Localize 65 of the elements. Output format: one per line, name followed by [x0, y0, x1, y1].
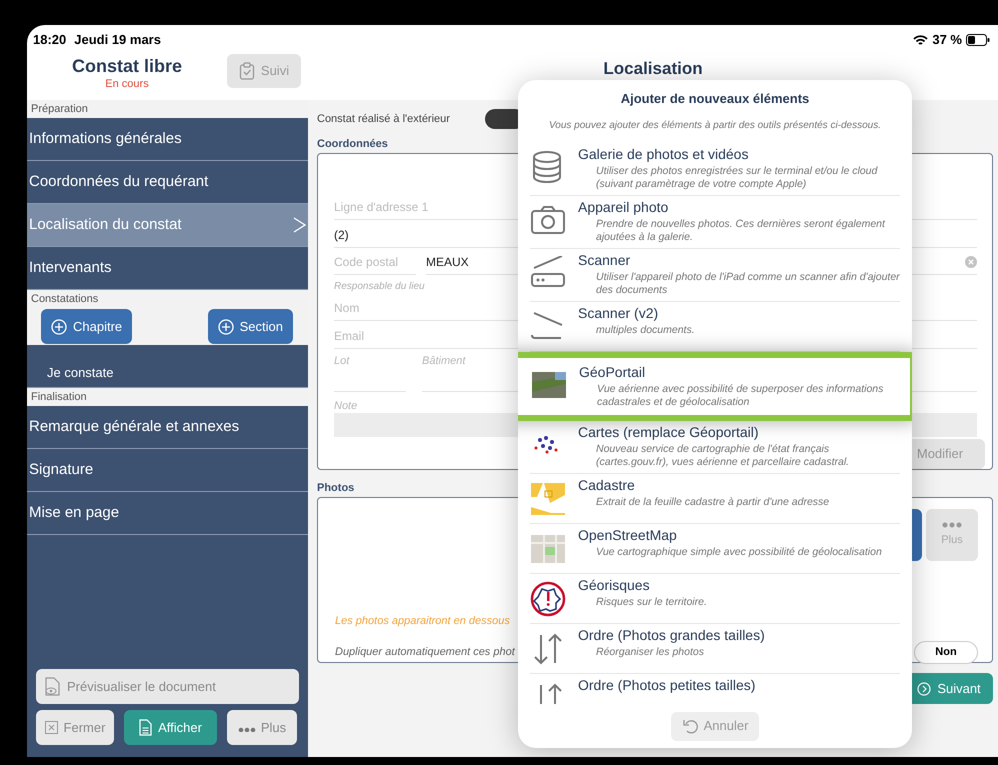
status-time: 18:20: [33, 31, 66, 50]
popover-subtitle: Vous pouvez ajouter des éléments à partir des outils présentés ci-dessous.: [548, 118, 882, 132]
tool-item[interactable]: Appareil photo Prendre de nouvelles photos. Ces dernières seront également ajoutées à la galerie.: [530, 196, 900, 248]
more-dots-icon: [942, 522, 962, 528]
tool-item[interactable]: OpenStreetMap Vue cartographique simple avec possibilité de géolocalisation: [530, 524, 900, 574]
tool-item[interactable]: Galerie de photos et vidéos Utiliser des photos enregistrées sur le terminal et/ou le cloud (suivant paramètrage de votre compte Apple): [530, 142, 900, 196]
tool-description: Réorganiser les photos: [595, 646, 705, 658]
battery-icon: [966, 34, 990, 46]
tool-title: Cartes (remplace Géoportail): [578, 424, 760, 440]
tool-item[interactable]: Scanner Utiliser l'appareil photo de l'iPad comme un scanner afin d'ajouter des documents: [530, 248, 900, 302]
close-icon: [44, 721, 58, 734]
tool-item[interactable]: GéoPortail Vue aérienne avec possibilité de superposer des informations cadastrales et de géolocalisation: [518, 352, 912, 420]
tool-description: Nouveau service de cartographie de l'état français (cartes.gouv.fr), vues aérienne et parcellaire cadastral.: [595, 442, 850, 468]
tool-title: OpenStreetMap: [578, 526, 678, 544]
tool-title: Scanner: [578, 252, 632, 268]
tool-title: GéoPortail: [579, 364, 646, 380]
section-label: Préparation: [27, 100, 308, 118]
section-heading: Coordonnées: [317, 137, 388, 151]
tool-description: Utiliser l'appareil photo de l'iPad comme un scanner afin d'ajouter des documents: [595, 270, 900, 296]
photos-notice: Les photos apparaitront en dessous: [335, 614, 511, 629]
tool-title: Ordre (Photos petites tailles): [578, 676, 756, 694]
tool-title: Scanner (v2): [578, 304, 660, 322]
arrow-circle-icon: [917, 682, 932, 696]
tool-description: Extrait de la feuille cadastre à partir d'une adresse: [595, 496, 830, 508]
wifi-icon: [913, 34, 928, 46]
duplicate-toggle[interactable]: Non: [914, 640, 978, 664]
warning-map-icon: [530, 580, 566, 616]
page-title: Localisation: [603, 59, 703, 79]
status-date: Jeudi 19 mars: [74, 31, 161, 50]
tool-item[interactable]: Géorisques Risques sur le territoire.: [530, 574, 900, 624]
battery-percent: 37 %: [932, 31, 962, 50]
plus-circle-icon: [218, 318, 234, 334]
tool-title: Ordre (Photos grandes tailles): [578, 626, 765, 644]
clipboard-check-icon: [238, 62, 255, 80]
section-label: Constatations: [27, 290, 308, 308]
tool-description: Prendre de nouvelles photos. Ces dernières seront également ajoutées à la galerie.: [595, 218, 886, 244]
tool-title: Galerie de photos et vidéos: [578, 146, 750, 162]
tool-item[interactable]: Ordre (Photos grandes tailles) Réorganiser les photos: [530, 624, 900, 674]
tool-description: Risques sur le territoire.: [595, 596, 707, 608]
add-button[interactable]: Chapitre: [41, 309, 132, 344]
document-icon: [139, 719, 152, 736]
tool-title: Appareil photo: [578, 198, 670, 216]
chevron-right-icon: [292, 216, 306, 234]
tool-description: Vue aérienne avec possibilité de superposer des informations cadastrales et de géolocalisation: [596, 382, 884, 408]
tool-description: multiples documents.: [595, 324, 695, 336]
duplicate-label: Dupliquer automatiquement ces phot: [335, 644, 515, 660]
field-label: Note: [334, 400, 358, 414]
document-status: En cours: [105, 77, 149, 91]
tool-item[interactable]: Cadastre Extrait de la feuille cadastre à partir d'une adresse: [530, 474, 900, 524]
section-label: Finalisation: [27, 388, 308, 406]
tool-description: Vue cartographique simple avec possibilité de géolocalisation: [595, 546, 882, 558]
document-title: Constat libre: [72, 55, 182, 77]
document-eye-icon: [44, 676, 61, 696]
exterior-label: Constat réalisé à l'extérieur: [317, 112, 450, 127]
undo-icon: [682, 718, 698, 734]
cadastre-map-icon: [530, 480, 566, 516]
plus-circle-icon: [51, 318, 67, 334]
section-heading: Photos: [317, 481, 354, 495]
tool-item[interactable]: Cartes (remplace Géoportail) Nouveau service de cartographie de l'état français (cartes.gouv.fr), vues aérienne et parcellaire cadastral.: [530, 420, 900, 474]
popover-title: Ajouter de nouveaux éléments: [620, 90, 810, 108]
tool-title: Cadastre: [578, 476, 636, 494]
tool-description: Utiliser des photos enregistrées sur le terminal et/ou le cloud (suivant paramètrage de votre compte Apple): [595, 164, 878, 190]
field-caption: Responsable du lieu: [334, 280, 425, 294]
add-button[interactable]: Section: [208, 309, 293, 344]
tool-title: Géorisques: [578, 576, 651, 594]
